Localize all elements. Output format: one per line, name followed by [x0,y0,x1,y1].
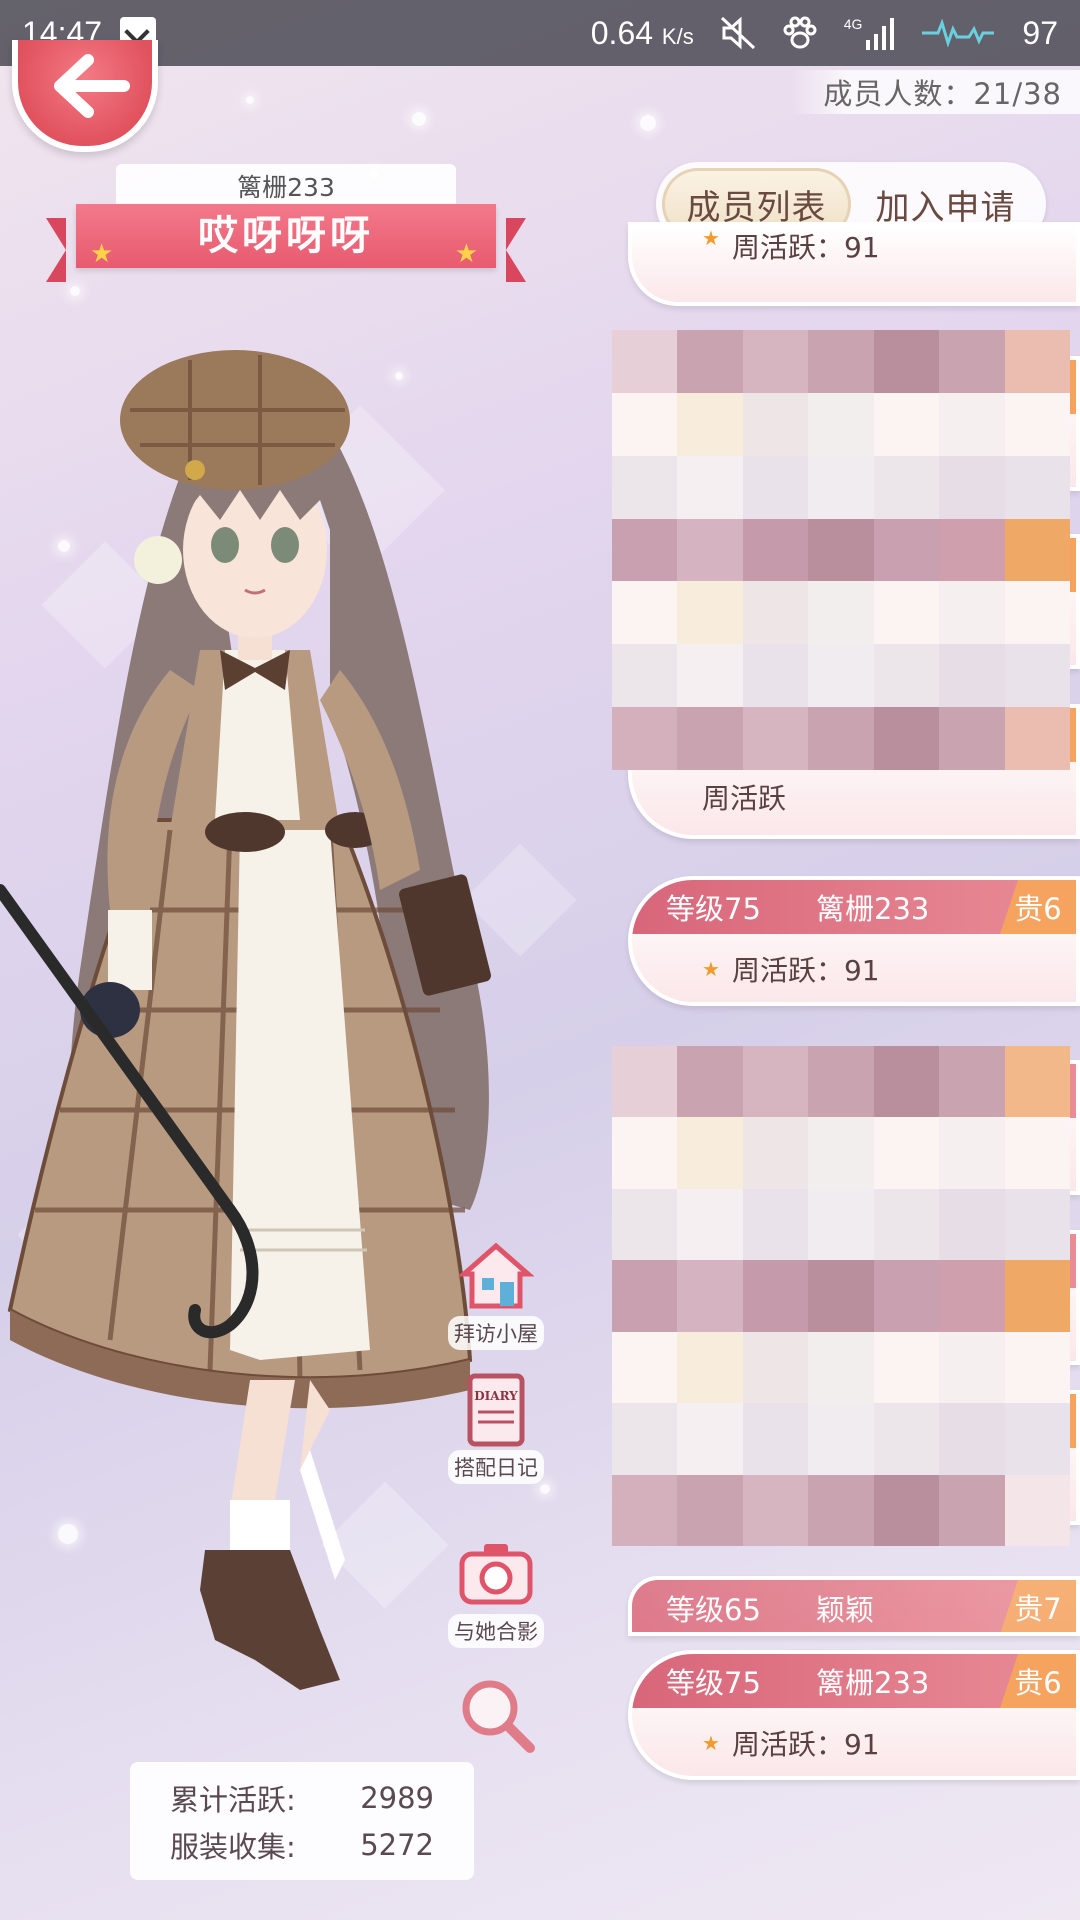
member-card[interactable]: 等级65 颖颖 贵7 [628,1576,1080,1636]
member-name: 篱栅233 [816,1666,930,1700]
member-card[interactable]: 等级75 篱栅233 贵6 ★ 周活跃：91 [628,1650,1080,1780]
net-speed: 0.64 K/s [590,14,694,51]
member-vip: 贵6 [1000,880,1076,934]
clothes-collection-value: 5272 [360,1827,434,1862]
back-arrow-icon [54,54,130,118]
total-activity-value: 2989 [360,1780,434,1815]
member-activity: 周活跃 [702,782,787,815]
diary-icon: DIARY [458,1372,534,1448]
outfit-diary-label: 搭配日记 [448,1450,544,1484]
censored-region [612,330,1070,770]
player-name: 哎呀呀呀 [198,213,374,259]
clothes-collection-label: 服装收集: [170,1829,296,1864]
back-button[interactable] [12,40,158,152]
member-name: 篱栅233 [816,892,930,926]
paw-icon [782,16,818,50]
member-level: 等级65 [666,1593,761,1627]
star-icon: ★ [90,239,118,269]
member-level: 等级75 [666,892,761,926]
star-icon: ★ [702,1731,720,1755]
member-level: 等级75 [666,1666,761,1700]
star-icon: ★ [702,226,720,250]
member-vip: 贵6 [1000,1654,1076,1708]
member-name: 颖颖 [816,1593,875,1627]
star-icon: ★ [454,239,482,269]
member-activity: 周活跃：91 [731,231,880,264]
signal-icon: 4G [844,16,895,50]
group-photo-button[interactable]: 与她合影 [446,1536,546,1648]
character-illustration [0,350,491,1690]
player-stats: 累计活跃: 2989 服装收集: 5272 [130,1762,474,1880]
censored-region [612,1046,1070,1546]
member-activity: 周活跃：91 [731,1728,880,1761]
star-icon: ★ [702,957,720,981]
group-photo-label: 与她合影 [448,1614,544,1648]
house-icon [457,1238,535,1314]
search-button[interactable] [446,1676,546,1753]
camera-icon [458,1536,534,1612]
member-card[interactable]: 等级75 篱栅233 贵6 ★ 周活跃：91 [628,876,1080,1006]
member-count: 成员人数：21/38 [790,70,1080,114]
status-bar: 14:47 0.64 K/s 4G 97 [0,0,1080,66]
magnifier-icon [458,1676,535,1753]
visit-house-button[interactable]: 拜访小屋 [446,1238,546,1350]
mute-icon [720,16,756,50]
player-name-ribbon: ★ 哎呀呀呀 ★ [46,204,526,282]
heartbeat-icon [922,19,995,47]
member-card[interactable]: ★ 周活跃：91 [628,222,1080,306]
total-activity-label: 累计活跃: [170,1782,296,1817]
visit-house-label: 拜访小屋 [448,1316,544,1350]
outfit-diary-button[interactable]: DIARY 搭配日记 [446,1372,546,1484]
member-activity: 周活跃：91 [731,954,880,987]
svg-text:DIARY: DIARY [474,1389,518,1403]
battery-level: 97 [1022,14,1058,51]
member-vip: 贵7 [1000,1580,1076,1632]
